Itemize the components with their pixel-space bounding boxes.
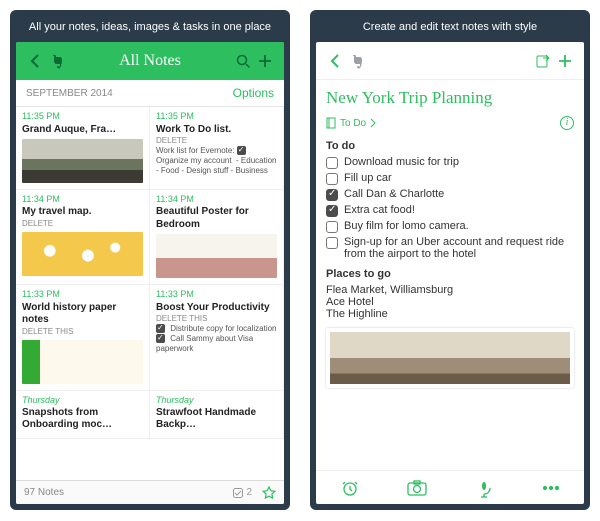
note-title: Work To Do list. xyxy=(156,124,277,137)
note-title[interactable]: New York Trip Planning xyxy=(326,88,574,108)
info-button[interactable]: i xyxy=(560,116,574,130)
note-time: 11:33 PM xyxy=(22,289,143,300)
share-button[interactable] xyxy=(532,53,554,69)
reminder-count[interactable]: 2 xyxy=(232,487,252,499)
todo-text: Call Dan & Charlotte xyxy=(344,188,444,200)
note-card[interactable]: 11:35 PM Grand Auque, Fra… xyxy=(16,107,150,190)
notes-grid: 11:35 PM Grand Auque, Fra… 11:35 PM Work… xyxy=(16,107,284,480)
phone-left: All your notes, ideas, images & tasks in… xyxy=(10,10,290,510)
note-time: Thursday xyxy=(22,395,143,406)
todo-text: Extra cat food! xyxy=(344,204,415,216)
note-sub: DELETE xyxy=(156,136,277,146)
note-title: Strawfoot Handmade Backp… xyxy=(156,407,277,432)
note-time: 11:34 PM xyxy=(156,194,277,205)
note-thumbnail xyxy=(22,232,143,276)
place-item: Ace Hotel xyxy=(326,296,574,308)
place-item: The Highline xyxy=(326,308,574,320)
chevron-right-icon xyxy=(370,118,376,128)
note-title: World history paper notes xyxy=(22,302,143,327)
notes-count: 97 Notes xyxy=(24,487,232,498)
places-heading: Places to go xyxy=(326,268,574,280)
place-item: Flea Market, Williamsburg xyxy=(326,284,574,296)
checkbox[interactable] xyxy=(326,221,338,233)
camera-button[interactable] xyxy=(406,478,428,498)
checkbox-icon xyxy=(237,146,246,155)
todo-item[interactable]: Call Dan & Charlotte xyxy=(326,188,574,201)
note-sub: DELETE xyxy=(22,219,143,229)
note-content[interactable]: New York Trip Planning To Do i To do Dow… xyxy=(316,80,584,470)
note-card[interactable]: 11:35 PM Work To Do list. DELETE Work li… xyxy=(150,107,284,190)
caption-right: Create and edit text notes with style xyxy=(316,16,584,42)
note-card[interactable]: Thursday Snapshots from Onboarding moc… xyxy=(16,391,150,439)
note-title: Boost Your Productivity xyxy=(156,302,277,315)
note-time: 11:35 PM xyxy=(22,111,143,122)
back-button[interactable] xyxy=(324,53,346,69)
phone-right: Create and edit text notes with style Ne… xyxy=(310,10,590,510)
note-sub: DELETE THIS xyxy=(22,327,143,337)
add-button[interactable] xyxy=(554,53,576,69)
note-card[interactable]: 11:34 PM My travel map. DELETE xyxy=(16,190,150,285)
note-image xyxy=(326,328,574,388)
add-note-button[interactable] xyxy=(254,53,276,69)
checkbox-icon xyxy=(156,324,165,333)
evernote-logo-icon xyxy=(346,53,368,69)
screen-note-editor: New York Trip Planning To Do i To do Dow… xyxy=(316,42,584,504)
header-bar: All Notes xyxy=(16,42,284,80)
caption-left: All your notes, ideas, images & tasks in… xyxy=(16,16,284,42)
notebook-tag[interactable]: To Do i xyxy=(326,116,574,130)
note-thumbnail xyxy=(156,234,277,278)
note-thumbnail xyxy=(22,139,143,183)
note-body: Distribute copy for localization Call Sa… xyxy=(156,324,277,354)
toolbar xyxy=(316,470,584,504)
microphone-button[interactable] xyxy=(473,478,495,498)
notebook-icon xyxy=(326,117,336,129)
evernote-logo-icon xyxy=(46,53,68,69)
note-time: 11:34 PM xyxy=(22,194,143,205)
checkbox[interactable] xyxy=(326,189,338,201)
section-header: SEPTEMBER 2014 Options xyxy=(16,80,284,107)
back-button[interactable] xyxy=(24,53,46,69)
note-card[interactable]: 11:33 PM World history paper notes DELET… xyxy=(16,285,150,390)
section-date: SEPTEMBER 2014 xyxy=(26,88,113,99)
search-button[interactable] xyxy=(232,53,254,69)
note-title: Grand Auque, Fra… xyxy=(22,124,143,137)
more-button[interactable] xyxy=(540,478,562,498)
note-title: Beautiful Poster for Bedroom xyxy=(156,206,277,231)
note-title: Snapshots from Onboarding moc… xyxy=(22,407,143,432)
checkbox[interactable] xyxy=(326,237,338,249)
checkbox-icon xyxy=(156,334,165,343)
todo-heading: To do xyxy=(326,140,574,152)
todo-item[interactable]: Fill up car xyxy=(326,172,574,185)
note-thumbnail xyxy=(22,340,143,384)
note-body: Work list for Evernote: Organize my acco… xyxy=(156,146,277,176)
checkbox[interactable] xyxy=(326,157,338,169)
reminder-button[interactable] xyxy=(339,478,361,498)
note-sub: DELETE THIS xyxy=(156,314,277,324)
checkbox[interactable] xyxy=(326,205,338,217)
star-icon[interactable] xyxy=(262,486,276,500)
todo-text: Buy film for lomo camera. xyxy=(344,220,469,232)
todo-text: Fill up car xyxy=(344,172,392,184)
page-title: All Notes xyxy=(68,52,232,70)
options-link[interactable]: Options xyxy=(233,86,274,100)
note-card[interactable]: Thursday Strawfoot Handmade Backp… xyxy=(150,391,284,439)
todo-item[interactable]: Buy film for lomo camera. xyxy=(326,220,574,233)
note-card[interactable]: 11:33 PM Boost Your Productivity DELETE … xyxy=(150,285,284,390)
note-time: 11:33 PM xyxy=(156,289,277,300)
note-card[interactable]: 11:34 PM Beautiful Poster for Bedroom xyxy=(150,190,284,285)
todo-text: Sign-up for an Uber account and request … xyxy=(344,236,574,260)
todo-item[interactable]: Download music for trip xyxy=(326,156,574,169)
screen-all-notes: All Notes SEPTEMBER 2014 Options 11:35 P… xyxy=(16,42,284,504)
todo-item[interactable]: Sign-up for an Uber account and request … xyxy=(326,236,574,260)
note-title: My travel map. xyxy=(22,206,143,219)
checkbox[interactable] xyxy=(326,173,338,185)
note-time: 11:35 PM xyxy=(156,111,277,122)
header-bar xyxy=(316,42,584,80)
footer-bar: 97 Notes 2 xyxy=(16,480,284,504)
todo-item[interactable]: Extra cat food! xyxy=(326,204,574,217)
todo-text: Download music for trip xyxy=(344,156,459,168)
note-time: Thursday xyxy=(156,395,277,406)
